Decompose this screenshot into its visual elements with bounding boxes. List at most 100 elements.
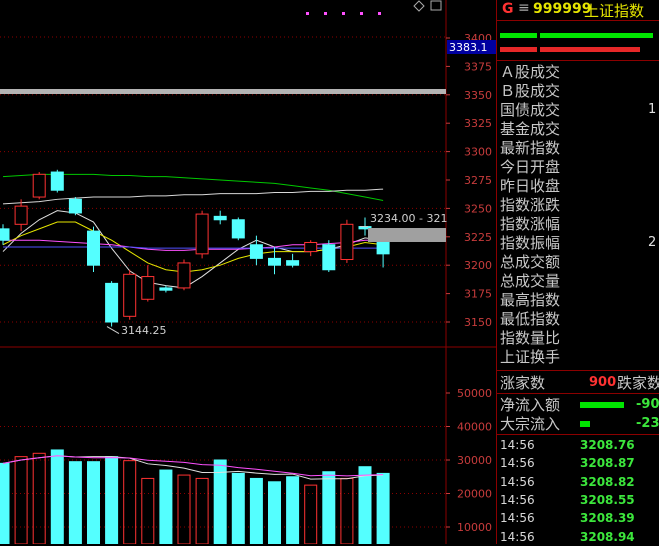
ma-line-gray [2, 188, 384, 205]
volume-bar [159, 469, 173, 544]
candle [304, 240, 318, 257]
stat-label: 昨日收盘 [500, 177, 561, 195]
volume-bars [0, 449, 390, 544]
candle [0, 224, 10, 245]
volume-bar [123, 460, 137, 544]
price-tick-label: 3350 [464, 89, 492, 102]
volume-tick-label: 30000 [457, 454, 492, 467]
stat-label: 今日开盘 [500, 158, 561, 176]
candle [376, 237, 390, 268]
candle [105, 281, 119, 327]
stat-label: 指数振幅 [500, 234, 561, 252]
stat-label: 最低指数 [500, 310, 561, 328]
tick-price: 3208.94 [580, 529, 635, 544]
stat-label: 指数涨幅 [500, 215, 561, 233]
tick-row[interactable]: 14:56 3208.87 [500, 455, 635, 472]
stat-label: 最高指数 [500, 291, 561, 309]
flow-bar [580, 421, 590, 427]
tick-row[interactable]: 14:56 3208.55 [500, 492, 635, 509]
stat-label: 基金成交 [500, 120, 561, 138]
stat-label: Ａ股成交 [500, 63, 561, 81]
volume-tick-label: 10000 [457, 521, 492, 534]
volume-bar [14, 456, 28, 544]
tick-time: 14:56 [500, 438, 535, 452]
high-annotation: 3234.00 - 321 [370, 212, 447, 225]
candle [231, 217, 245, 241]
volume-bar [177, 474, 191, 544]
volume-bar [32, 452, 46, 544]
tick-row[interactable]: 14:56 3208.94 [500, 529, 635, 546]
toolbar-dots [306, 12, 381, 15]
volume-bar [340, 477, 354, 544]
tick-time: 14:56 [500, 474, 535, 489]
candle [68, 197, 82, 216]
flow-value: -90. [636, 397, 659, 412]
up-count-value: 900 [589, 375, 617, 390]
price-tick-label: 3225 [464, 231, 492, 244]
candle [340, 219, 354, 263]
volume-bar [286, 476, 300, 544]
price-axis-labels: 3400337533503325330032753250322532003175… [446, 32, 492, 534]
volume-bar [268, 481, 281, 544]
candle [177, 259, 191, 291]
flow-value: -23. [636, 416, 659, 431]
flow-label: 净流入额 [500, 396, 561, 414]
tick-price: 3208.82 [580, 474, 635, 489]
tick-row[interactable]: 14:56 3208.82 [500, 474, 635, 491]
volume-bar [50, 449, 64, 544]
down-count-label: 跌家数 [617, 374, 659, 392]
stats-divider [496, 370, 659, 371]
price-tick-label: 3300 [464, 146, 492, 159]
price-tick-label: 3175 [464, 288, 492, 301]
up-count-label: 涨家数 [500, 374, 546, 392]
candle [195, 210, 209, 259]
stat-label: 指数涨跌 [500, 196, 561, 214]
volume-tick-label: 20000 [457, 488, 492, 501]
candle [286, 253, 300, 268]
low-marker [106, 326, 120, 334]
candle [87, 226, 100, 273]
candle [123, 269, 137, 320]
gray-overlay-bar [0, 89, 446, 94]
candle [14, 199, 28, 232]
candle [213, 210, 227, 225]
volume-tick-label: 40000 [457, 421, 492, 434]
price-tick-label: 3200 [464, 259, 492, 272]
panel-divider [496, 0, 497, 544]
stat-label: 最新指数 [500, 139, 561, 157]
diamond-icon[interactable] [413, 0, 425, 12]
tick-row[interactable]: 14:56 3208.76 [500, 437, 635, 454]
volume-bar [358, 466, 372, 544]
kline-chart[interactable]: 3400337533503325330032753250322532003175… [0, 0, 496, 544]
stat-label: 国债成交 [500, 101, 561, 119]
volume-bar [68, 461, 82, 544]
tick-price: 3208.55 [580, 492, 635, 507]
price-tick-label: 3275 [464, 174, 492, 187]
volume-bar [376, 472, 390, 544]
levels-divider [496, 60, 659, 61]
volume-bar [195, 477, 209, 544]
moving-average-lines [2, 173, 384, 289]
stat-value: 1 [648, 102, 657, 117]
candle [141, 265, 155, 302]
stat-label: 指数量比 [500, 329, 561, 347]
candle [50, 169, 64, 193]
volume-tick-label: 50000 [457, 387, 492, 400]
flow-bar [580, 402, 624, 408]
candle [249, 235, 263, 266]
stat-label: 上证换手 [500, 348, 561, 366]
flows-divider [496, 434, 659, 435]
header-bar: G ≡ 999999 上证指数 [496, 0, 659, 20]
candle [322, 240, 336, 273]
window-icon[interactable] [430, 0, 442, 11]
volume-bar [231, 472, 245, 544]
volume-bar [141, 477, 155, 544]
volume-bar [0, 462, 10, 544]
tick-price: 3208.87 [580, 456, 635, 471]
price-tick-label: 3375 [464, 60, 492, 73]
volume-bar [87, 461, 100, 544]
tick-row[interactable]: 14:56 3208.39 [500, 510, 635, 527]
menu-icon[interactable]: ≡ [518, 0, 530, 16]
price-highlight-bar [368, 228, 446, 242]
tick-time: 14:56 [500, 456, 535, 471]
